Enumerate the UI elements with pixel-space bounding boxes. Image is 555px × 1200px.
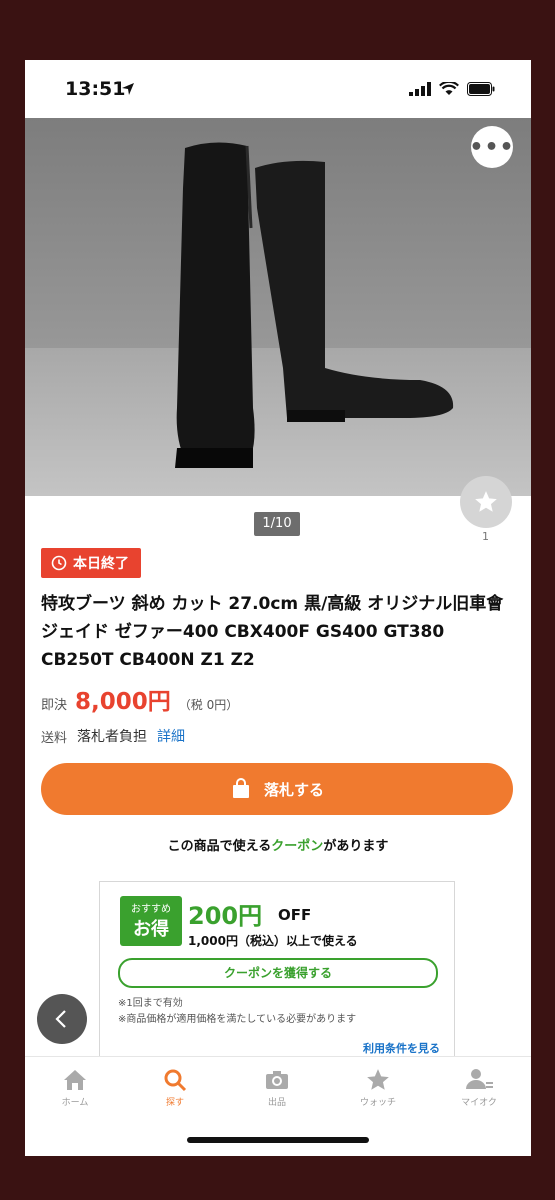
home-indicator <box>187 1137 369 1143</box>
tax-info: （税 0円） <box>178 698 239 712</box>
coupon-note-1: ※1回まで有効 <box>118 998 183 1009</box>
shopping-bag-icon <box>232 778 249 798</box>
star-icon <box>367 1069 389 1090</box>
coupon-terms-link[interactable]: 利用条件を見る <box>363 1040 440 1056</box>
tab-my-auction-label: マイオク <box>461 1098 497 1108</box>
tab-home[interactable]: ホーム <box>35 1065 115 1108</box>
badge-label: 本日終了 <box>73 556 129 572</box>
status-bar: 13:51 <box>25 60 531 118</box>
coupon-note-prefix: この商品で使える <box>167 839 272 854</box>
signal-icon <box>409 82 431 96</box>
reco-big: お得 <box>133 919 169 940</box>
tab-search[interactable]: 探す <box>135 1065 215 1108</box>
wifi-icon <box>439 82 459 95</box>
more-icon: ••• <box>469 134 515 160</box>
coupon-amount: 200円 <box>188 902 263 930</box>
location-arrow-icon <box>122 83 134 95</box>
more-options-button[interactable]: ••• <box>469 126 515 168</box>
shipping-detail-link[interactable]: 詳細 <box>157 726 185 746</box>
user-icon <box>466 1069 493 1089</box>
coupon-condition: 1,000円（税込）以上で使える <box>188 934 358 948</box>
tab-search-label: 探す <box>165 1098 184 1108</box>
image-counter: 1/10 <box>254 512 300 536</box>
watch-count: 1 <box>482 530 489 543</box>
star-icon <box>475 491 497 512</box>
tab-sell[interactable]: 出品 <box>237 1065 317 1108</box>
price-label: 即決 <box>41 698 68 713</box>
coupon-note-highlight: クーポン <box>271 839 324 854</box>
buy-now-price: 8,000円 <box>75 689 171 715</box>
tab-my-auction[interactable]: マイオク <box>439 1065 519 1108</box>
bottom-tab-bar: ホーム 探す 出品 ウォッチ マイオク <box>25 1056 531 1156</box>
back-button[interactable] <box>37 994 87 1044</box>
tab-watch[interactable]: ウォッチ <box>338 1065 418 1108</box>
reco-small: おすすめ <box>131 904 171 915</box>
camera-icon <box>266 1071 288 1089</box>
coupon-card: おすすめ お得 200円 OFF 1,000円（税込）以上で使える クーポンを獲… <box>99 881 455 1083</box>
coupon-note-2: ※商品価格が適用価格を満たしている必要があります <box>118 1014 357 1025</box>
coupon-available-note: この商品で使えるクーポンがあります <box>25 835 531 854</box>
shipping-row: 送料 落札者負担 詳細 <box>41 726 185 746</box>
shipping-label: 送料 <box>41 730 68 746</box>
clock-icon <box>51 555 67 571</box>
status-icons <box>409 82 495 96</box>
price-row: 即決 8,000円 （税 0円） <box>41 682 238 716</box>
status-time: 13:51 <box>65 78 126 100</box>
bid-button-label: 落札する <box>263 780 324 799</box>
bid-button[interactable]: 落札する <box>41 763 513 815</box>
tab-home-label: ホーム <box>61 1098 89 1108</box>
recommended-tag: おすすめ お得 <box>120 896 182 946</box>
search-icon <box>164 1069 187 1092</box>
item-title: 特攻ブーツ 斜め カット 27.0cm 黒/高級 オリジナル旧車會 ジェイド ゼ… <box>41 594 504 670</box>
product-image[interactable]: ••• <box>25 118 531 496</box>
get-coupon-button[interactable]: クーポンを獲得する <box>118 958 438 988</box>
chevron-left-icon <box>55 1010 66 1028</box>
phone-screen: 13:51 ••• 1/10 1 本日終了 特攻ブーツ 斜め カット 27.0c… <box>25 60 531 1156</box>
tab-watch-label: ウォッチ <box>359 1098 396 1108</box>
ending-today-badge: 本日終了 <box>41 548 141 578</box>
watch-button[interactable] <box>460 476 512 528</box>
home-icon <box>64 1070 86 1090</box>
boots-photo <box>25 118 531 496</box>
coupon-off: OFF <box>278 906 312 924</box>
tab-sell-label: 出品 <box>267 1098 286 1108</box>
coupon-note-suffix: があります <box>323 839 389 854</box>
battery-icon <box>467 82 495 96</box>
shipping-value: 落札者負担 <box>77 729 148 745</box>
